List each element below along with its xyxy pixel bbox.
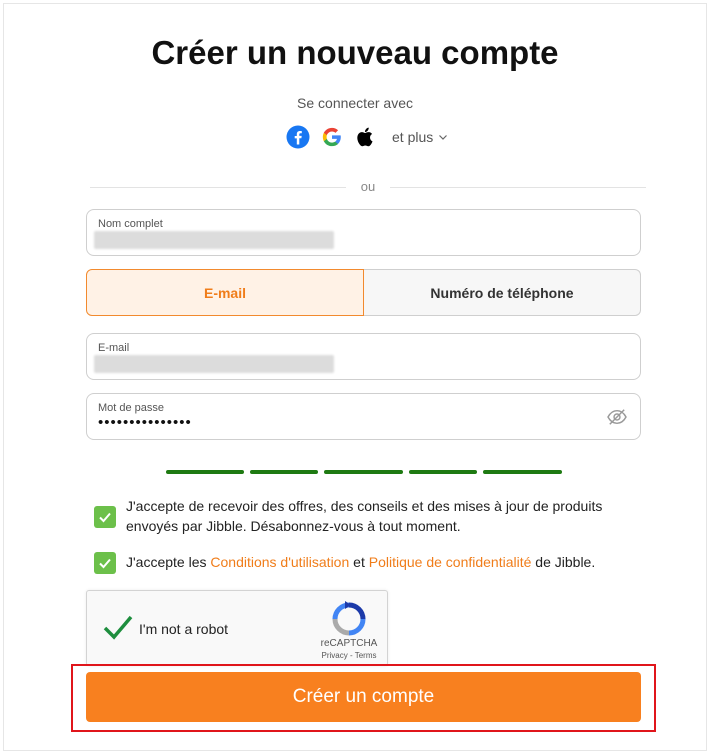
checkmark-icon — [99, 512, 111, 523]
divider-label: ou — [348, 179, 388, 194]
terms-suffix: de Jibble. — [531, 554, 596, 570]
eye-off-icon[interactable] — [606, 408, 628, 426]
recaptcha-widget[interactable]: I'm not a robot reCAPTCHA Privacy - Term… — [86, 590, 388, 666]
full-name-field[interactable]: Nom complet — [86, 209, 641, 256]
password-strength-meter — [166, 470, 562, 474]
strength-segment — [483, 470, 562, 474]
google-icon — [322, 127, 341, 147]
strength-segment — [409, 470, 477, 474]
privacy-policy-link[interactable]: Politique de confidentialité — [369, 554, 532, 570]
divider-line-right — [390, 187, 646, 188]
tab-email[interactable]: E-mail — [86, 269, 364, 316]
more-login-label: et plus — [392, 129, 434, 145]
social-login-row: et plus — [286, 123, 448, 151]
terms-consent-row: J'accepte les Conditions d'utilisation e… — [94, 552, 595, 574]
strength-segment — [166, 470, 244, 474]
password-label: Mot de passe — [98, 402, 165, 414]
checkmark-icon — [99, 558, 111, 569]
social-connect-label: Se connecter avec — [297, 95, 413, 111]
facebook-login-button[interactable] — [286, 125, 310, 149]
terms-prefix: J'accepte les — [126, 554, 211, 570]
create-account-button[interactable]: Créer un compte — [86, 672, 641, 722]
marketing-consent-row: J'accepte de recevoir des offres, des co… — [94, 496, 626, 536]
password-field[interactable]: Mot de passe ••••••••••••••• — [86, 393, 641, 440]
marketing-consent-checkbox[interactable] — [94, 506, 116, 528]
signup-method-tabs: E-mail Numéro de téléphone — [86, 269, 641, 316]
full-name-redacted-value — [94, 231, 334, 249]
more-login-options[interactable]: et plus — [392, 129, 448, 145]
email-label: E-mail — [98, 342, 130, 354]
google-login-button[interactable] — [320, 125, 344, 149]
recaptcha-label: I'm not a robot — [139, 621, 229, 637]
divider-line-left — [90, 187, 346, 188]
recaptcha-logo-icon — [332, 601, 366, 636]
apple-icon — [357, 127, 373, 147]
terms-consent-checkbox[interactable] — [94, 552, 116, 574]
recaptcha-checkmark-icon[interactable] — [102, 613, 134, 641]
or-divider: ou — [90, 179, 646, 194]
facebook-icon — [286, 125, 310, 149]
password-value: ••••••••••••••• — [98, 414, 192, 431]
strength-segment — [324, 470, 403, 474]
email-field[interactable]: E-mail — [86, 333, 641, 380]
terms-middle: et — [349, 554, 369, 570]
chevron-down-icon — [439, 135, 448, 140]
apple-login-button[interactable] — [354, 125, 378, 149]
recaptcha-privacy-terms[interactable]: Privacy - Terms — [311, 651, 387, 660]
terms-consent-text: J'accepte les Conditions d'utilisation e… — [126, 552, 595, 574]
marketing-consent-text: J'accepte de recevoir des offres, des co… — [126, 498, 603, 534]
full-name-label: Nom complet — [98, 218, 163, 230]
page-title: Créer un nouveau compte — [151, 34, 559, 71]
terms-of-use-link[interactable]: Conditions d'utilisation — [210, 554, 349, 570]
email-redacted-value — [94, 355, 334, 373]
strength-segment — [250, 470, 318, 474]
recaptcha-brand: reCAPTCHA — [320, 638, 378, 649]
tab-phone[interactable]: Numéro de téléphone — [364, 269, 641, 316]
